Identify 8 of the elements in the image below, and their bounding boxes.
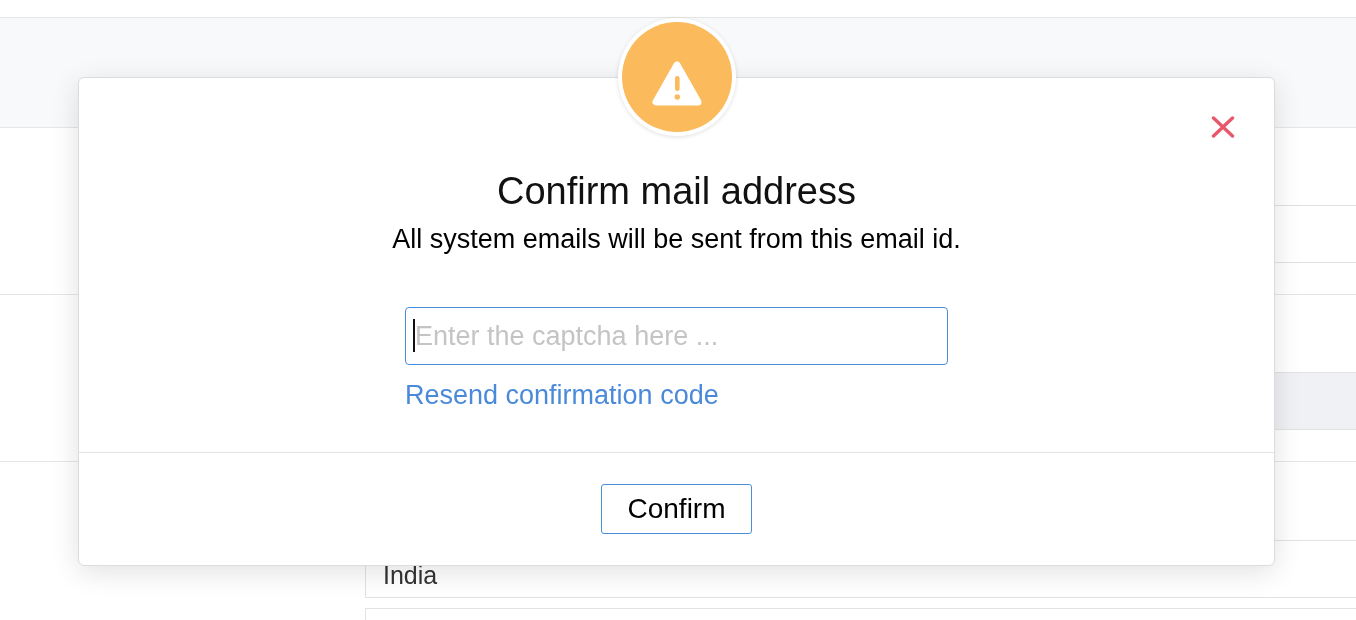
text-cursor-icon [413, 319, 415, 352]
resend-link[interactable]: Resend confirmation code [405, 379, 719, 411]
confirm-button[interactable]: Confirm [601, 484, 752, 534]
dialog-title: Confirm mail address [497, 169, 856, 214]
close-icon [1211, 116, 1235, 138]
close-button[interactable] [1210, 115, 1236, 139]
captcha-field[interactable]: Enter the captcha here ... [405, 307, 948, 365]
dialog-subtitle: All system emails will be sent from this email id. [392, 223, 961, 256]
